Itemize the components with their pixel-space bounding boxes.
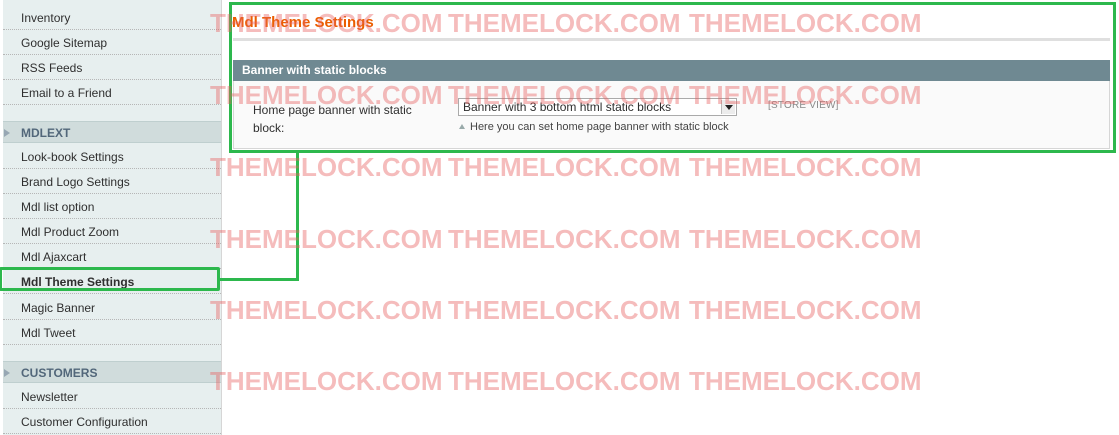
settings-highlight-box [229,2,1116,153]
watermark: THEMELOCK.COM [689,295,922,325]
sidebar-item-mdl-tweet[interactable]: Mdl Tweet [3,321,221,345]
sidebar-item-inventory[interactable]: Inventory [3,6,221,30]
sidebar-item-mdl-product-zoom[interactable]: Mdl Product Zoom [3,220,221,244]
watermark: THEMELOCK.COM [448,224,681,254]
watermark: THEMELOCK.COM [210,224,443,254]
sidebar-item-customer-configuration[interactable]: Customer Configuration [3,410,221,434]
watermark: THEMELOCK.COM [210,152,443,182]
watermark: THEMELOCK.COM [448,152,681,182]
sidebar-item-mdl-list-option[interactable]: Mdl list option [3,195,221,219]
sidebar: Inventory Google Sitemap RSS Feeds Email… [3,0,222,435]
sidebar-item-google-sitemap[interactable]: Google Sitemap [3,31,221,55]
sidebar-section-label: CUSTOMERS [21,366,98,380]
sidebar-item-look-book-settings[interactable]: Look-book Settings [3,145,221,169]
highlight-connector [296,153,299,280]
sidebar-item-mdl-theme-settings[interactable]: Mdl Theme Settings [3,270,221,294]
watermark: THEMELOCK.COM [448,295,681,325]
sidebar-item-rss-feeds[interactable]: RSS Feeds [3,56,221,80]
sidebar-item-mdl-ajaxcart[interactable]: Mdl Ajaxcart [3,245,221,269]
sidebar-section-label: MDLEXT [21,126,71,140]
sidebar-item-email-to-a-friend[interactable]: Email to a Friend [3,81,221,105]
sidebar-item-magic-banner[interactable]: Magic Banner [3,296,221,320]
watermark: THEMELOCK.COM [210,295,443,325]
sidebar-section-mdlext[interactable]: MDLEXT [3,121,221,143]
sidebar-item-newsletter[interactable]: Newsletter [3,385,221,409]
watermark: THEMELOCK.COM [689,224,922,254]
watermark: THEMELOCK.COM [689,366,922,396]
watermark: THEMELOCK.COM [689,152,922,182]
expand-triangle-icon [4,129,10,137]
sidebar-item-brand-logo-settings[interactable]: Brand Logo Settings [3,170,221,194]
sidebar-section-customers[interactable]: CUSTOMERS [3,361,221,383]
highlight-connector [219,278,299,281]
expand-triangle-icon [4,369,10,377]
watermark: THEMELOCK.COM [448,366,681,396]
watermark: THEMELOCK.COM [210,366,443,396]
